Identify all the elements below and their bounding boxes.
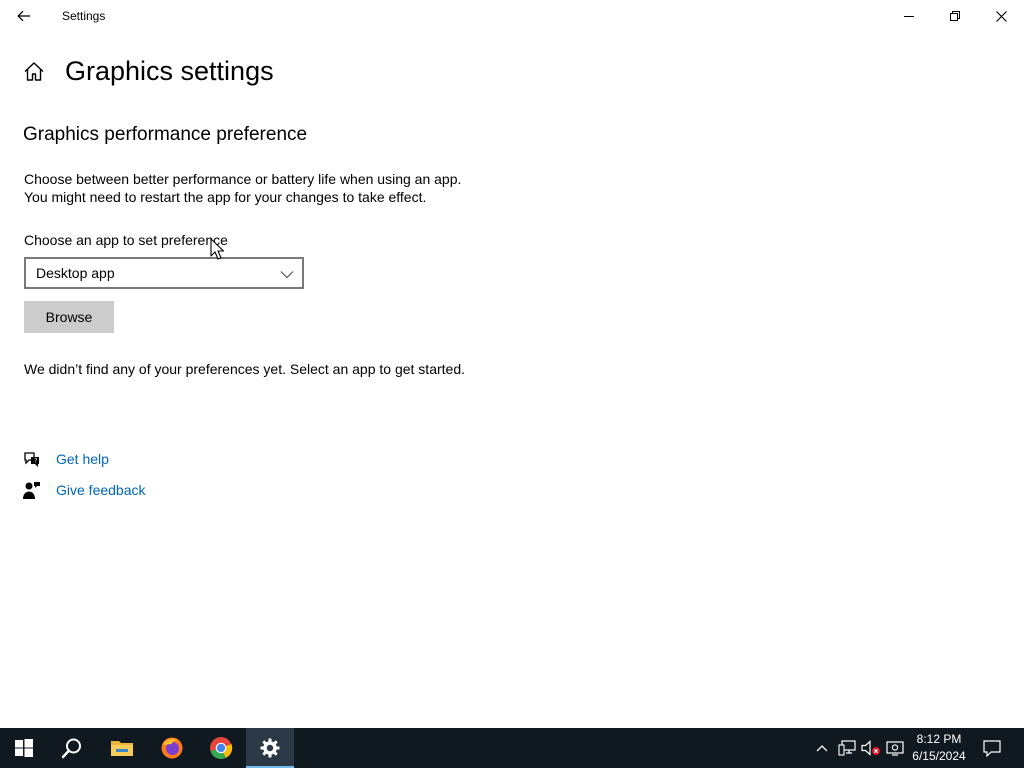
network-tray-button[interactable] bbox=[837, 738, 857, 758]
chrome-icon bbox=[210, 737, 233, 759]
firefox-icon bbox=[161, 737, 183, 759]
clock-time: 8:12 PM bbox=[916, 732, 962, 746]
empty-preferences-message: We didn’t find any of your preferences y… bbox=[24, 361, 465, 377]
svg-text:?: ? bbox=[34, 458, 37, 465]
restore-icon bbox=[950, 11, 960, 21]
show-hidden-icons-button[interactable] bbox=[812, 738, 832, 758]
close-icon bbox=[995, 10, 1007, 22]
back-button[interactable] bbox=[8, 2, 40, 30]
network-icon bbox=[838, 740, 856, 756]
volume-muted-icon bbox=[861, 740, 880, 756]
window-title: Settings bbox=[62, 9, 106, 23]
back-arrow-icon bbox=[17, 10, 30, 22]
file-explorer-button[interactable] bbox=[98, 728, 146, 768]
mouse-cursor-icon bbox=[210, 238, 224, 260]
chevron-up-icon bbox=[816, 745, 828, 752]
settings-icon bbox=[260, 738, 280, 758]
notification-icon bbox=[983, 739, 1001, 757]
browse-button-label: Browse bbox=[45, 309, 93, 325]
volume-tray-button[interactable] bbox=[861, 738, 881, 758]
chevron-down-icon bbox=[280, 271, 294, 279]
choose-app-label: Choose an app to set preference bbox=[24, 232, 228, 248]
display-icon bbox=[886, 741, 904, 756]
clock[interactable]: 8:12 PM 6/15/2024 bbox=[906, 731, 972, 765]
description-line-1: Choose between better performance or bat… bbox=[24, 171, 462, 187]
minimize-icon bbox=[904, 16, 914, 17]
display-tray-button[interactable] bbox=[885, 738, 905, 758]
search-button[interactable] bbox=[48, 728, 96, 768]
home-icon[interactable] bbox=[22, 60, 46, 84]
give-feedback-link[interactable]: Give feedback bbox=[56, 482, 146, 498]
browse-button[interactable]: Browse bbox=[24, 301, 114, 333]
chrome-button[interactable] bbox=[197, 728, 245, 768]
get-help-link-row[interactable]: ? Get help bbox=[22, 448, 109, 470]
give-feedback-link-row[interactable]: Give feedback bbox=[22, 479, 146, 501]
get-help-link[interactable]: Get help bbox=[56, 451, 109, 467]
firefox-button[interactable] bbox=[148, 728, 196, 768]
app-type-dropdown[interactable]: Desktop app bbox=[24, 257, 304, 289]
help-chat-icon: ? bbox=[24, 452, 39, 467]
section-title: Graphics performance preference bbox=[23, 124, 308, 145]
minimize-button[interactable] bbox=[886, 0, 932, 32]
taskbar: 8:12 PM 6/15/2024 bbox=[0, 728, 1024, 768]
start-button[interactable] bbox=[0, 728, 48, 768]
file-explorer-icon bbox=[111, 741, 133, 756]
feedback-icon bbox=[23, 482, 40, 499]
action-center-button[interactable] bbox=[978, 728, 1006, 768]
settings-taskbar-button[interactable] bbox=[246, 728, 294, 768]
page-title: Graphics settings bbox=[65, 56, 274, 86]
start-icon bbox=[15, 739, 33, 757]
dropdown-selected-value: Desktop app bbox=[36, 265, 115, 281]
description-line-2: You might need to restart the app for yo… bbox=[24, 189, 427, 205]
title-bar: Settings bbox=[0, 0, 1024, 32]
close-button[interactable] bbox=[978, 0, 1024, 32]
search-icon bbox=[61, 738, 81, 759]
clock-date: 6/15/2024 bbox=[912, 749, 966, 763]
restore-button[interactable] bbox=[932, 0, 978, 32]
